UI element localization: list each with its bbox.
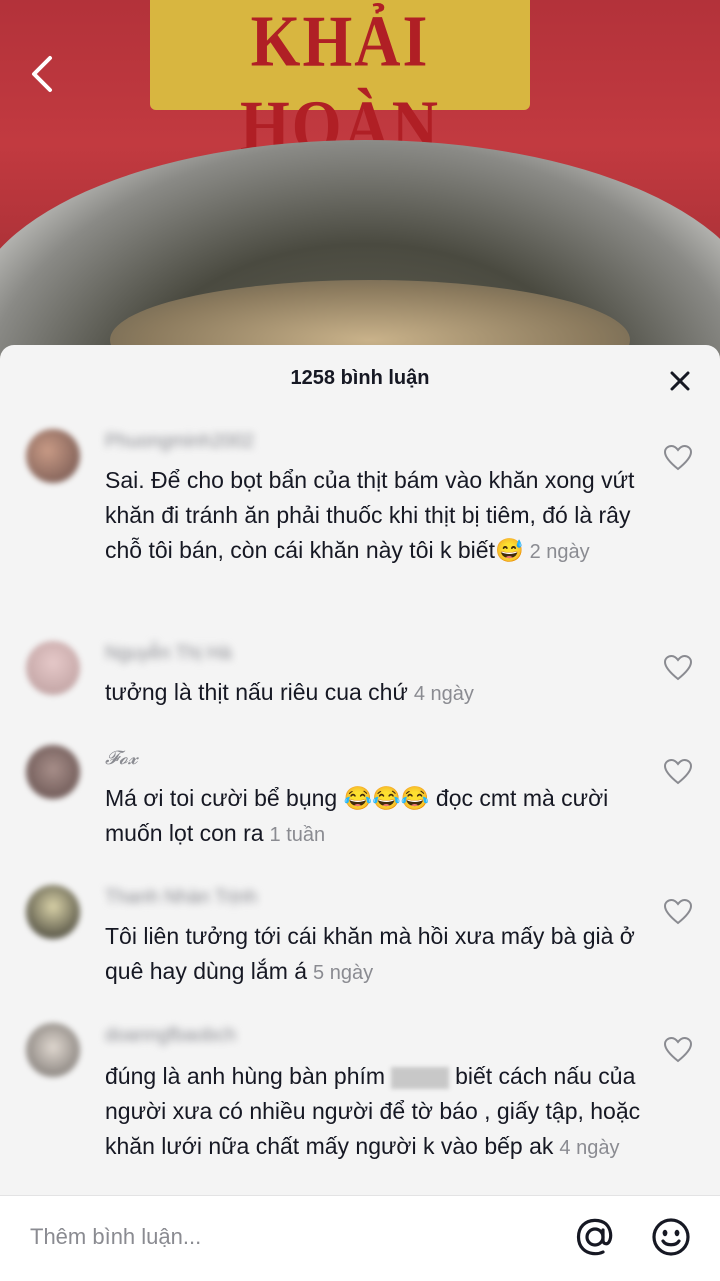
heart-outline-icon[interactable] (664, 1037, 692, 1063)
comment-body: Má ơi toi cười bể bụng 😂😂😂 đọc cmt mà cư… (105, 785, 609, 846)
mention-button[interactable] (574, 1216, 616, 1258)
avatar[interactable] (26, 429, 80, 483)
censored-word (391, 1066, 450, 1089)
comment-username[interactable]: Nguyễn Thị Hà (105, 643, 231, 665)
emoji-button[interactable] (650, 1216, 692, 1258)
comments-count-title: 1258 bình luận (290, 367, 430, 389)
comment-username[interactable]: Thanh Nhàn Trịnh (105, 887, 257, 909)
comment-text: Tôi liên tưởng tới cái khăn mà hồi xưa m… (105, 919, 645, 991)
comment-text: tưởng là thịt nấu riêu cua chứ 4 ngày (105, 675, 645, 712)
comment-time: 4 ngày (559, 1137, 620, 1159)
comment-body-start: đúng là anh hùng bàn phím (105, 1063, 386, 1089)
comment-time: 2 ngày (529, 541, 590, 563)
comment-input[interactable]: Thêm bình luận... (30, 1224, 201, 1250)
comment-text: Sai. Để cho bọt bẩn của thịt bám vào khă… (105, 463, 645, 570)
comment-username[interactable]: Phuongminh2002 (105, 431, 254, 453)
avatar[interactable] (26, 885, 80, 939)
video-background: KHẢI HOÀN (0, 0, 720, 360)
comment-time: 1 tuần (269, 824, 326, 846)
back-button[interactable] (24, 52, 64, 96)
heart-outline-icon[interactable] (664, 759, 692, 785)
smiley-icon (652, 1218, 690, 1256)
close-icon (670, 371, 690, 391)
comment-text: đúng là anh hùng bàn phím biết cách nấu c… (105, 1059, 645, 1166)
comment-time: 4 ngày (413, 683, 474, 705)
heart-outline-icon[interactable] (664, 899, 692, 925)
comment-username[interactable]: doanngfbaobch (105, 1025, 236, 1047)
heart-outline-icon[interactable] (664, 655, 692, 681)
comment-text: Má ơi toi cười bể bụng 😂😂😂 đọc cmt mà cư… (105, 781, 645, 853)
comment-time: 5 ngày (313, 962, 374, 984)
shop-sign: KHẢI HOÀN (150, 0, 530, 167)
avatar[interactable] (26, 641, 80, 695)
comment-username[interactable]: 𝓕𝓸𝔁 (105, 747, 138, 769)
chevron-left-icon (32, 56, 52, 92)
avatar[interactable] (26, 745, 80, 799)
comment-input-bar: Thêm bình luận... (0, 1195, 720, 1281)
comments-panel: 1258 bình luận Phuongminh2002 Sai. Để ch… (0, 345, 720, 1280)
heart-outline-icon[interactable] (664, 445, 692, 471)
avatar[interactable] (26, 1023, 80, 1077)
at-sign-icon (576, 1218, 613, 1256)
close-button[interactable] (666, 367, 694, 395)
comment-body: tưởng là thịt nấu riêu cua chứ (105, 679, 408, 705)
